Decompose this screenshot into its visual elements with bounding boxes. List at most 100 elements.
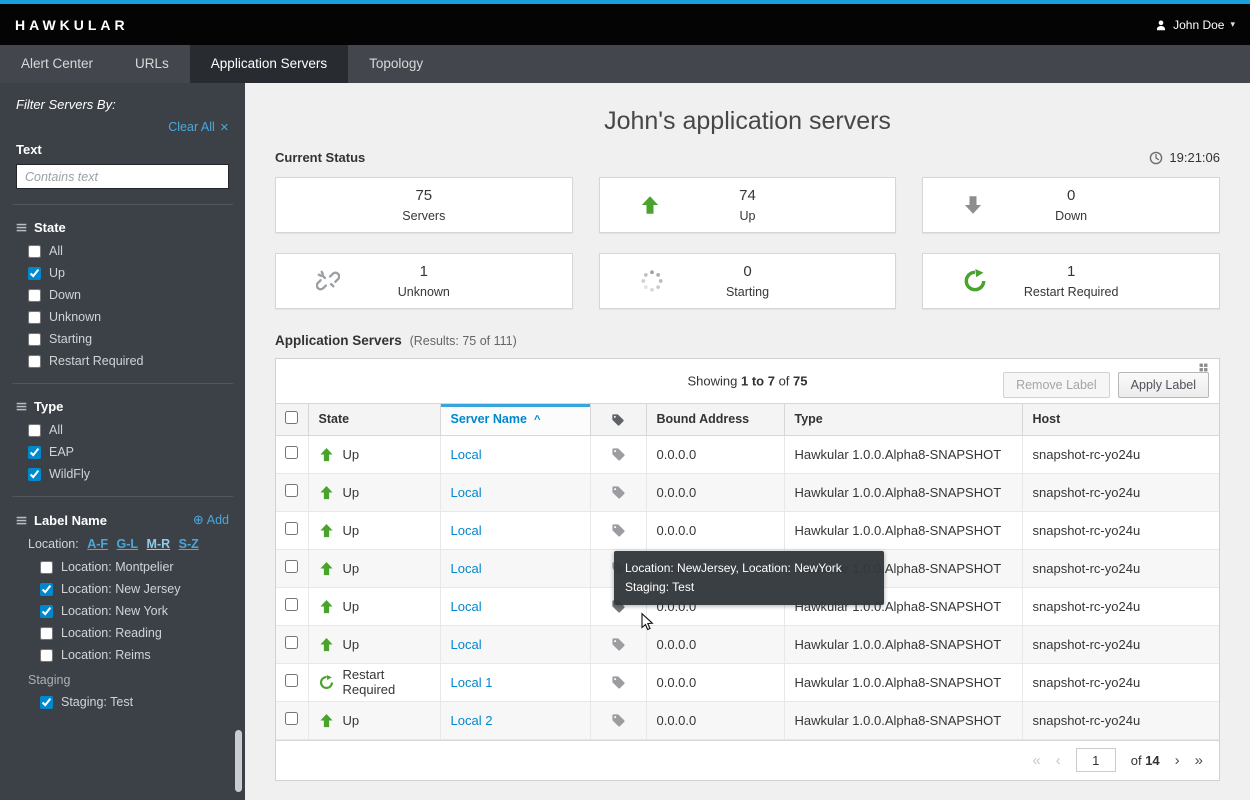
row-checkbox[interactable]: [285, 598, 299, 611]
select-all-checkbox[interactable]: [285, 411, 299, 425]
server-link[interactable]: Local: [451, 523, 482, 538]
checkbox[interactable]: [40, 604, 53, 618]
row-checkbox[interactable]: [285, 636, 299, 649]
state-filter-restart-required[interactable]: Restart Required: [16, 354, 229, 368]
tab-application-servers[interactable]: Application Servers: [189, 45, 349, 83]
range-link-s-z[interactable]: S-Z: [179, 537, 199, 551]
clear-all-button[interactable]: Clear All ✕: [16, 120, 229, 134]
host: snapshot-rc-yo24u: [1021, 548, 1219, 588]
servers-heading: Application Servers: [275, 333, 402, 348]
checkbox[interactable]: [28, 310, 41, 324]
column-header-state[interactable]: State: [307, 404, 441, 436]
arrow-up-icon: [319, 713, 334, 728]
column-header-labels[interactable]: [589, 404, 647, 436]
type-section-header[interactable]: Type: [16, 399, 229, 414]
tag-icon[interactable]: [611, 485, 626, 500]
label-filter-reading[interactable]: Location: Reading: [16, 626, 229, 640]
arrow-up-icon: [319, 599, 334, 614]
user-name: John Doe: [1173, 17, 1225, 32]
checkbox[interactable]: [40, 695, 53, 709]
label-name-title-wrap[interactable]: Label Name: [16, 513, 107, 528]
arrow-up-icon: [319, 523, 334, 538]
checkbox[interactable]: [28, 288, 41, 302]
column-header-server-name[interactable]: Server Name ^: [439, 404, 591, 436]
server-link[interactable]: Local: [451, 637, 482, 652]
checkbox[interactable]: [28, 467, 41, 481]
tab-urls[interactable]: URLs: [114, 45, 190, 83]
type-filter-all[interactable]: All: [16, 423, 229, 437]
tag-icon[interactable]: [611, 523, 626, 538]
remove-label-button[interactable]: Remove Label: [1003, 372, 1110, 398]
range-link-a-f[interactable]: A-F: [87, 537, 108, 551]
server-link[interactable]: Local: [451, 599, 482, 614]
arrow-up-icon: [319, 447, 334, 462]
location-range-links: Location: A-F G-L M-R S-Z: [16, 537, 229, 551]
server-type: Hawkular 1.0.0.Alpha8-SNAPSHOT: [783, 434, 1023, 474]
checkbox[interactable]: [28, 244, 41, 258]
column-header-type[interactable]: Type: [783, 404, 1023, 436]
row-checkbox[interactable]: [285, 712, 299, 725]
tag-icon[interactable]: [611, 447, 626, 462]
prev-page-button[interactable]: ‹: [1056, 752, 1061, 769]
state-section-header[interactable]: State: [16, 220, 229, 235]
row-checkbox[interactable]: [285, 560, 299, 573]
checkbox[interactable]: [28, 332, 41, 346]
checkbox[interactable]: [28, 445, 41, 459]
tab-topology[interactable]: Topology: [348, 45, 444, 83]
text-filter-input[interactable]: [16, 164, 229, 189]
tag-icon[interactable]: [611, 637, 626, 652]
state-filter-unknown[interactable]: Unknown: [16, 310, 229, 324]
range-link-m-r[interactable]: M-R: [147, 537, 171, 551]
server-link[interactable]: Local: [451, 447, 482, 462]
checkbox[interactable]: [40, 582, 53, 596]
checkbox[interactable]: [40, 626, 53, 640]
checkbox[interactable]: [28, 266, 41, 280]
label-name-section-header: Label Name ⊕ Add: [16, 512, 229, 528]
sidebar-scrollbar[interactable]: [235, 730, 242, 792]
card-restart-required: 1 Restart Required: [922, 253, 1220, 309]
server-link[interactable]: Local 2: [451, 713, 493, 728]
tag-icon[interactable]: [611, 713, 626, 728]
grid-icon[interactable]: [1199, 363, 1208, 372]
apply-label-button[interactable]: Apply Label: [1117, 372, 1209, 398]
column-header-host[interactable]: Host: [1021, 404, 1219, 436]
next-page-button[interactable]: ›: [1175, 752, 1180, 769]
add-label-button[interactable]: ⊕ Add: [193, 512, 229, 528]
card-unknown: 1 Unknown: [275, 253, 573, 309]
checkbox[interactable]: [28, 423, 41, 437]
user-menu[interactable]: John Doe ▾: [1155, 18, 1235, 32]
row-checkbox[interactable]: [285, 674, 299, 687]
column-header-bound-address[interactable]: Bound Address: [645, 404, 785, 436]
type-filter-wildfly[interactable]: WildFly: [16, 467, 229, 481]
state-filter-all[interactable]: All: [16, 244, 229, 258]
row-checkbox[interactable]: [285, 446, 299, 459]
last-page-button[interactable]: »: [1195, 752, 1203, 769]
first-page-button[interactable]: «: [1032, 752, 1040, 769]
row-checkbox[interactable]: [285, 484, 299, 497]
host: snapshot-rc-yo24u: [1021, 434, 1219, 474]
page-number-input[interactable]: [1075, 748, 1116, 772]
server-link[interactable]: Local 1: [451, 675, 493, 690]
type-filter-eap[interactable]: EAP: [16, 445, 229, 459]
tab-alert-center[interactable]: Alert Center: [0, 45, 114, 83]
row-checkbox[interactable]: [285, 522, 299, 535]
label-filter-montpelier[interactable]: Location: Montpelier: [16, 560, 229, 574]
label-filter-new-jersey[interactable]: Location: New Jersey: [16, 582, 229, 596]
label-filter-staging-test[interactable]: Staging: Test: [16, 695, 229, 709]
state-filter-starting[interactable]: Starting: [16, 332, 229, 346]
server-link[interactable]: Local: [451, 485, 482, 500]
server-link[interactable]: Local: [451, 561, 482, 576]
checkbox[interactable]: [40, 560, 53, 574]
type-section-title: Type: [34, 399, 64, 414]
checkbox[interactable]: [40, 648, 53, 662]
tag-icon[interactable]: [611, 675, 626, 690]
card-label: Down: [1055, 208, 1088, 223]
range-link-g-l[interactable]: G-L: [117, 537, 139, 551]
checkbox[interactable]: [28, 354, 41, 368]
label-filter-reims[interactable]: Location: Reims: [16, 648, 229, 662]
state-filter-up[interactable]: Up: [16, 266, 229, 280]
close-icon: ✕: [219, 122, 229, 134]
page-count-label: of 14: [1130, 752, 1160, 768]
state-filter-down[interactable]: Down: [16, 288, 229, 302]
label-filter-new-york[interactable]: Location: New York: [16, 604, 229, 618]
